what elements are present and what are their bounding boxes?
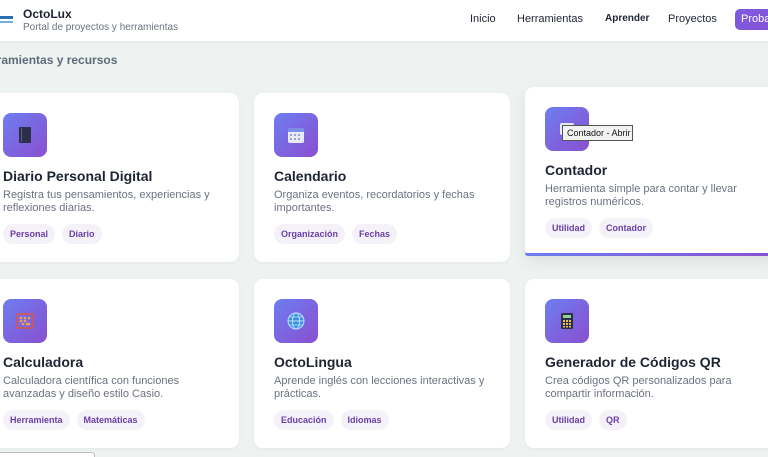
brand-subtitle: Portal de proyectos y herramientas [23, 22, 179, 33]
brand[interactable]: OctoLux Portal de proyectos y herramient… [23, 7, 178, 34]
card-description: Calculadora científica con funciones ava… [3, 375, 180, 400]
card-description: Registra tus pensamientos, experiencias … [3, 189, 210, 214]
card-description: Crea códigos QR personalizados para comp… [545, 375, 732, 400]
calendar-icon [274, 113, 318, 157]
bottom-partial-box [0, 452, 95, 457]
tag: Utilidad [545, 218, 592, 238]
card-title: Contador [545, 162, 608, 178]
card-tags: Utilidad Contador [545, 218, 653, 238]
card-description: Aprende inglés con lecciones interactiva… [274, 375, 485, 400]
card-contador[interactable]: Contador Herramienta simple para contar … [525, 87, 768, 256]
card-title: Calculadora [3, 354, 84, 370]
card-diario[interactable]: Diario Personal Digital Registra tus pen… [0, 93, 239, 262]
tag: Personal [3, 224, 56, 244]
card-tags: Personal Diario [3, 224, 102, 244]
hover-accent-bar [525, 253, 768, 256]
card-title: Generador de Códigos QR [545, 354, 721, 370]
card-octolingua[interactable]: OctoLingua Aprende inglés con lecciones … [254, 279, 510, 448]
card-title: Diario Personal Digital [3, 168, 153, 184]
card-title: Calendario [274, 168, 347, 184]
card-title: OctoLingua [274, 354, 352, 370]
tag: Contador [599, 218, 653, 238]
tag: QR [599, 410, 627, 430]
card-tags: Utilidad QR [545, 410, 627, 430]
nav-inicio[interactable]: Inicio [470, 13, 496, 25]
nav-proyectos[interactable]: Proyectos [668, 13, 717, 25]
calculator-icon [545, 299, 589, 343]
top-header: OctoLux Portal de proyectos y herramient… [0, 0, 768, 41]
tag: Educación [274, 410, 334, 430]
tag: Herramienta [3, 410, 70, 430]
card-calculadora[interactable]: Calculadora Calculadora científica con f… [0, 279, 239, 448]
tag: Organización [274, 224, 346, 244]
tag: Utilidad [545, 410, 592, 430]
brand-name: OctoLux [23, 7, 72, 21]
tag: Matemáticas [76, 410, 145, 430]
card-tags: Organización Fechas [274, 224, 398, 244]
cta-button[interactable]: Proba [735, 9, 768, 30]
tag: Fechas [352, 224, 398, 244]
tag: Diario [62, 224, 102, 244]
card-tags: Herramienta Matemáticas [3, 410, 145, 430]
tooltip: Contador - Abrir [562, 125, 633, 141]
section-title: rramientas y recursos [0, 53, 118, 67]
tag: Idiomas [340, 410, 389, 430]
nav-herramientas[interactable]: Herramientas [517, 13, 583, 25]
abacus-icon [3, 299, 47, 343]
card-calendario[interactable]: Calendario Organiza eventos, recordatori… [254, 93, 510, 262]
nav-aprender[interactable]: Aprender [605, 13, 649, 24]
card-description: Organiza eventos, recordatorios y fechas… [274, 189, 475, 214]
card-qr[interactable]: Generador de Códigos QR Crea códigos QR … [525, 279, 768, 448]
globe-icon [274, 299, 318, 343]
card-description: Herramienta simple para contar y llevar … [545, 183, 737, 208]
logo-icon[interactable] [0, 10, 14, 30]
card-tags: Educación Idiomas [274, 410, 389, 430]
journal-icon [3, 113, 47, 157]
